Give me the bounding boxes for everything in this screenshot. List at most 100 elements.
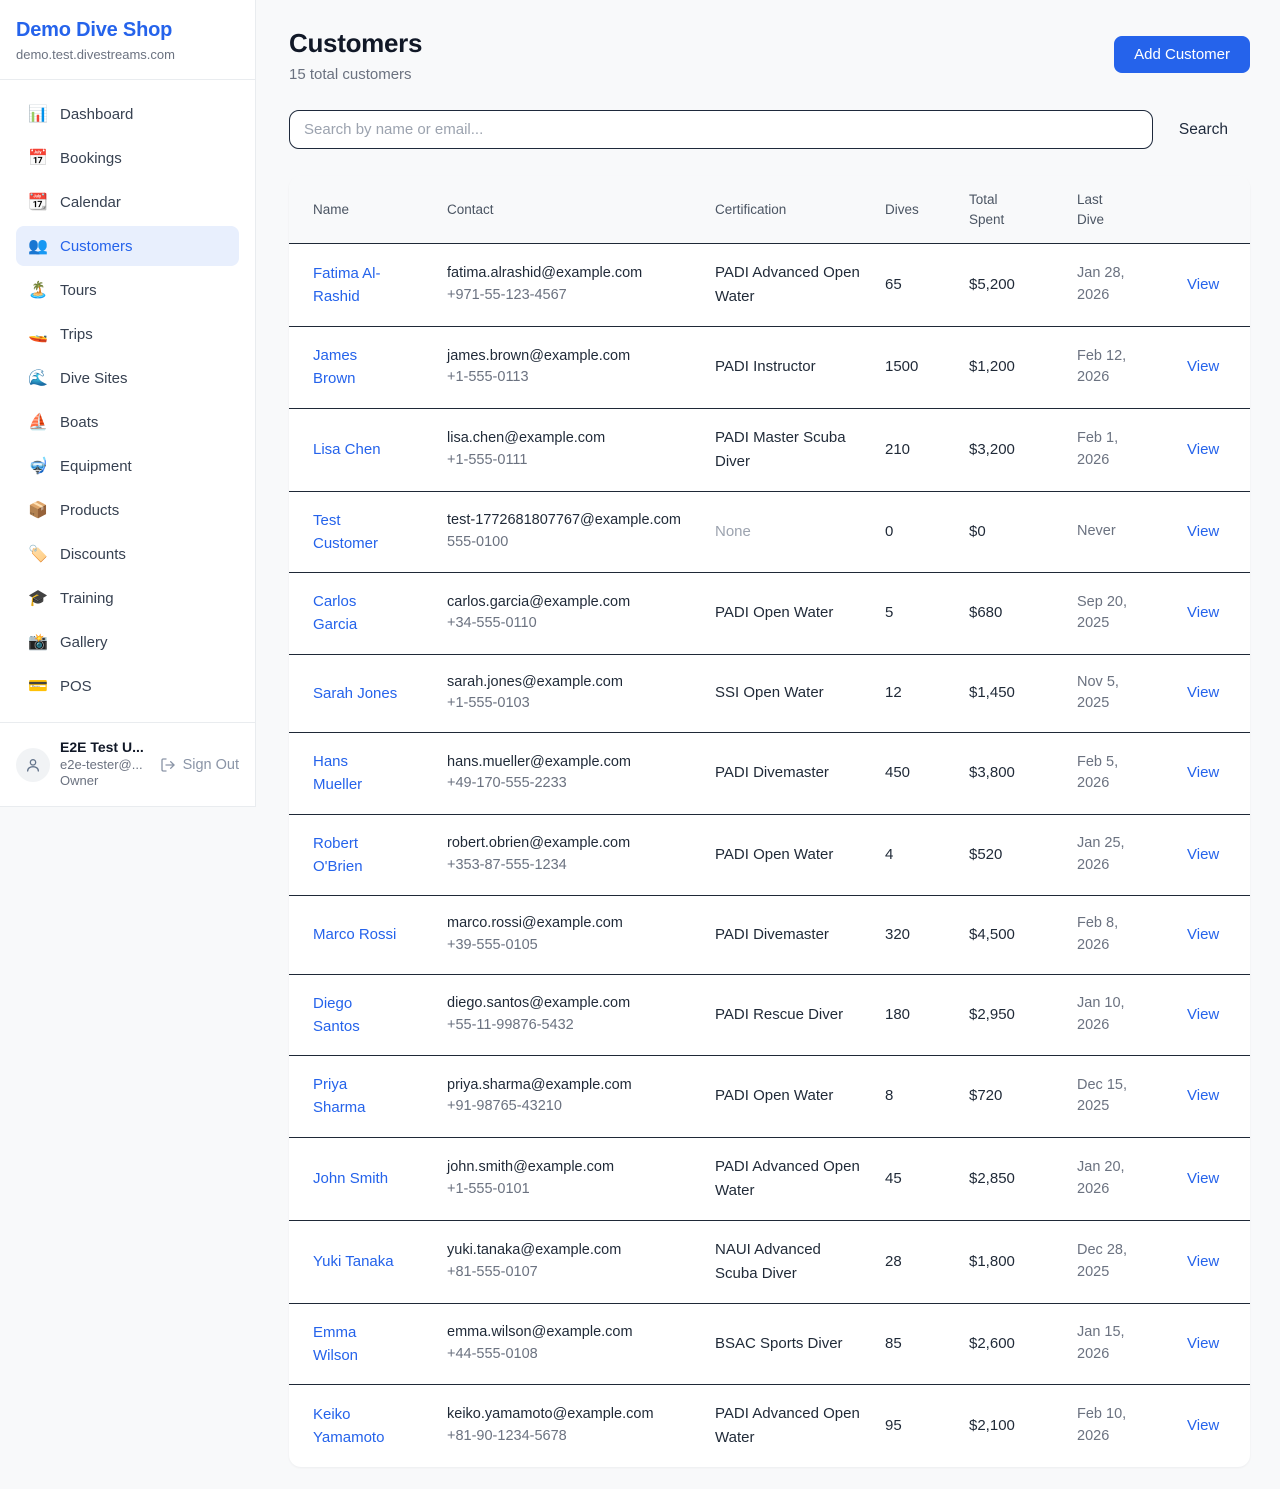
table-row: Lisa Chen lisa.chen@example.com +1-555-0…	[289, 408, 1250, 491]
customer-certification: PADI Divemaster	[715, 923, 861, 947]
customer-name-link[interactable]: Test Customer	[313, 509, 401, 556]
customer-name-link[interactable]: John Smith	[313, 1167, 388, 1190]
table-row: Sarah Jones sarah.jones@example.com +1-5…	[289, 654, 1250, 733]
sidebar-item-label: Products	[60, 502, 119, 519]
view-link[interactable]: View	[1187, 1006, 1219, 1023]
customer-name-link[interactable]: Priya Sharma	[313, 1073, 401, 1120]
customer-certification: NAUI Advanced Scuba Diver	[715, 1238, 861, 1286]
user-role: Owner	[60, 773, 150, 790]
sidebar-item-discounts[interactable]: 🏷️ Discounts	[16, 534, 239, 574]
graduation-cap-icon: 🎓	[28, 588, 48, 608]
sign-out-button[interactable]: Sign Out	[160, 757, 239, 773]
customer-name-link[interactable]: Emma Wilson	[313, 1321, 401, 1368]
sidebar-item-label: Dashboard	[60, 106, 133, 123]
customer-name-link[interactable]: Robert O'Brien	[313, 832, 401, 879]
customer-phone: +39-555-0105	[447, 935, 691, 957]
sidebar-item-customers[interactable]: 👥 Customers	[16, 226, 239, 266]
table-row: Emma Wilson emma.wilson@example.com +44-…	[289, 1303, 1250, 1385]
view-link[interactable]: View	[1187, 1170, 1219, 1187]
customer-name-link[interactable]: Lisa Chen	[313, 438, 381, 461]
customer-email: john.smith@example.com	[447, 1157, 691, 1179]
sidebar-item-trips[interactable]: 🚤 Trips	[16, 314, 239, 354]
view-link[interactable]: View	[1187, 684, 1219, 701]
view-link[interactable]: View	[1187, 358, 1219, 375]
customer-dives: 210	[885, 441, 910, 458]
sidebar-item-dive-sites[interactable]: 🌊 Dive Sites	[16, 358, 239, 398]
view-link[interactable]: View	[1187, 926, 1219, 943]
table-row: Yuki Tanaka yuki.tanaka@example.com +81-…	[289, 1220, 1250, 1303]
customer-last-dive: Jan 25, 2026	[1077, 833, 1139, 877]
customer-dives: 180	[885, 1006, 910, 1023]
customer-certification: PADI Open Water	[715, 1084, 861, 1108]
col-header-name: Name	[289, 176, 435, 244]
view-link[interactable]: View	[1187, 523, 1219, 540]
view-link[interactable]: View	[1187, 1417, 1219, 1434]
customer-name-link[interactable]: Hans Mueller	[313, 750, 401, 797]
customer-name-link[interactable]: Diego Santos	[313, 992, 401, 1039]
sidebar-item-pos[interactable]: 💳 POS	[16, 666, 239, 706]
island-icon: 🏝️	[28, 280, 48, 300]
customer-total-spent: $2,850	[969, 1170, 1015, 1187]
col-header-total-spent: Total Spent	[957, 176, 1065, 244]
customer-certification: None	[715, 520, 861, 544]
view-link[interactable]: View	[1187, 1335, 1219, 1352]
sidebar-item-dashboard[interactable]: 📊 Dashboard	[16, 94, 239, 134]
customer-email: james.brown@example.com	[447, 346, 691, 368]
customer-name-link[interactable]: James Brown	[313, 344, 401, 391]
sidebar-item-training[interactable]: 🎓 Training	[16, 578, 239, 618]
view-link[interactable]: View	[1187, 764, 1219, 781]
diving-mask-icon: 🤿	[28, 456, 48, 476]
app-root: Demo Dive Shop demo.test.divestreams.com…	[0, 0, 1280, 1489]
customer-email: carlos.garcia@example.com	[447, 592, 691, 614]
sidebar-item-label: Calendar	[60, 194, 121, 211]
table-row: Priya Sharma priya.sharma@example.com +9…	[289, 1056, 1250, 1138]
user-meta: E2E Test U... e2e-tester@... Owner	[60, 739, 150, 790]
view-link[interactable]: View	[1187, 1253, 1219, 1270]
customer-name-link[interactable]: Marco Rossi	[313, 923, 396, 946]
sidebar-item-boats[interactable]: ⛵ Boats	[16, 402, 239, 442]
customer-name-link[interactable]: Fatima Al-Rashid	[313, 262, 401, 309]
table-row: Carlos Garcia carlos.garcia@example.com …	[289, 573, 1250, 655]
wave-icon: 🌊	[28, 368, 48, 388]
sidebar-item-products[interactable]: 📦 Products	[16, 490, 239, 530]
view-link[interactable]: View	[1187, 846, 1219, 863]
sidebar-item-bookings[interactable]: 📅 Bookings	[16, 138, 239, 178]
customer-count: 15 total customers	[289, 66, 422, 83]
sign-out-label: Sign Out	[183, 757, 239, 773]
sidebar-item-label: Bookings	[60, 150, 122, 167]
customer-dives: 95	[885, 1417, 902, 1434]
person-icon	[25, 757, 41, 773]
table-row: Test Customer test-1772681807767@example…	[289, 491, 1250, 573]
view-link[interactable]: View	[1187, 276, 1219, 293]
search-input[interactable]	[289, 110, 1153, 149]
sidebar-item-gallery[interactable]: 📸 Gallery	[16, 622, 239, 662]
sidebar-item-tours[interactable]: 🏝️ Tours	[16, 270, 239, 310]
customer-last-dive: Dec 28, 2025	[1077, 1240, 1139, 1284]
search-button[interactable]: Search	[1153, 121, 1250, 139]
customer-last-dive: Feb 5, 2026	[1077, 752, 1139, 796]
customer-name-link[interactable]: Keiko Yamamoto	[313, 1403, 401, 1450]
sidebar-item-calendar[interactable]: 📆 Calendar	[16, 182, 239, 222]
customer-total-spent: $0	[969, 523, 986, 540]
view-link[interactable]: View	[1187, 604, 1219, 621]
customer-name-link[interactable]: Yuki Tanaka	[313, 1250, 394, 1273]
customer-total-spent: $520	[969, 846, 1002, 863]
customer-email: fatima.alrashid@example.com	[447, 263, 691, 285]
customer-total-spent: $4,500	[969, 926, 1015, 943]
customer-certification: PADI Advanced Open Water	[715, 261, 861, 309]
add-customer-button[interactable]: Add Customer	[1114, 36, 1250, 73]
customer-phone: +55-11-99876-5432	[447, 1015, 691, 1037]
customer-dives: 8	[885, 1087, 893, 1104]
page-header-text: Customers 15 total customers	[289, 28, 422, 83]
view-link[interactable]: View	[1187, 1087, 1219, 1104]
customer-name-link[interactable]: Carlos Garcia	[313, 590, 401, 637]
customer-last-dive: Sep 20, 2025	[1077, 592, 1139, 636]
user-name: E2E Test U...	[60, 739, 150, 757]
sidebar-item-equipment[interactable]: 🤿 Equipment	[16, 446, 239, 486]
sidebar-item-label: Dive Sites	[60, 370, 128, 387]
view-link[interactable]: View	[1187, 441, 1219, 458]
sidebar: Demo Dive Shop demo.test.divestreams.com…	[0, 0, 256, 807]
customer-total-spent: $2,600	[969, 1335, 1015, 1352]
customer-name-link[interactable]: Sarah Jones	[313, 682, 397, 705]
customer-dives: 28	[885, 1253, 902, 1270]
